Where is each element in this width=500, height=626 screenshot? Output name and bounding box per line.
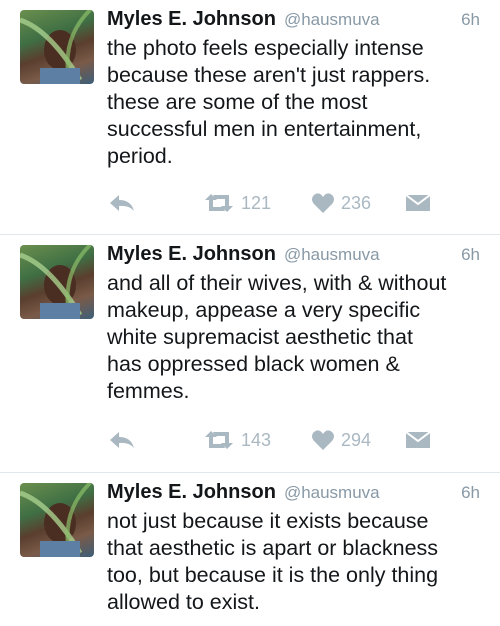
retweet-icon	[205, 431, 233, 449]
heart-icon	[312, 430, 334, 450]
username[interactable]: @hausmuva	[284, 245, 380, 265]
retweet-icon	[205, 194, 233, 212]
tweet-text: not just because it exists because that …	[107, 509, 439, 614]
timestamp[interactable]: 6h	[461, 483, 480, 503]
like-count: 236	[341, 192, 372, 213]
tweet-header: Myles E. Johnson @hausmuva 6h	[107, 481, 480, 505]
direct-message-button[interactable]	[405, 425, 431, 455]
timestamp[interactable]: 6h	[461, 10, 480, 30]
heart-icon	[312, 193, 334, 213]
tweet-header: Myles E. Johnson @hausmuva 6h	[107, 8, 480, 32]
display-name[interactable]: Myles E. Johnson	[107, 481, 276, 504]
tweet-actions: 121 236	[107, 188, 447, 218]
direct-message-button[interactable]	[405, 188, 431, 218]
reply-icon	[110, 195, 134, 211]
tweet-header: Myles E. Johnson @hausmuva 6h	[107, 243, 480, 267]
tweet[interactable]: Myles E. Johnson @hausmuva 6h not just b…	[0, 473, 500, 626]
tweet-actions: 143 294	[107, 425, 447, 455]
reply-button[interactable]	[107, 188, 137, 218]
like-button[interactable]: 236	[311, 188, 371, 218]
username[interactable]: @hausmuva	[284, 483, 380, 503]
retweet-button[interactable]: 143	[203, 425, 271, 455]
timestamp[interactable]: 6h	[461, 245, 480, 265]
envelope-icon	[405, 431, 431, 448]
reply-icon	[110, 432, 134, 448]
retweet-count: 121	[241, 192, 272, 213]
tweet[interactable]: Myles E. Johnson @hausmuva 6h the photo …	[0, 0, 500, 235]
like-button[interactable]: 294	[311, 425, 371, 455]
tweet-text: and all of their wives, with & without m…	[107, 271, 447, 403]
avatar[interactable]	[20, 10, 94, 84]
retweet-count: 143	[241, 429, 272, 450]
avatar[interactable]	[20, 483, 94, 557]
avatar[interactable]	[20, 245, 94, 319]
like-count: 294	[341, 429, 372, 450]
username[interactable]: @hausmuva	[284, 10, 380, 30]
tweet-text: the photo feels especially intense becau…	[107, 36, 431, 168]
display-name[interactable]: Myles E. Johnson	[107, 8, 276, 31]
envelope-icon	[405, 194, 431, 211]
reply-button[interactable]	[107, 425, 137, 455]
display-name[interactable]: Myles E. Johnson	[107, 243, 276, 266]
retweet-button[interactable]: 121	[203, 188, 271, 218]
tweet-feed: Myles E. Johnson @hausmuva 6h the photo …	[0, 0, 500, 626]
tweet[interactable]: Myles E. Johnson @hausmuva 6h and all of…	[0, 235, 500, 473]
